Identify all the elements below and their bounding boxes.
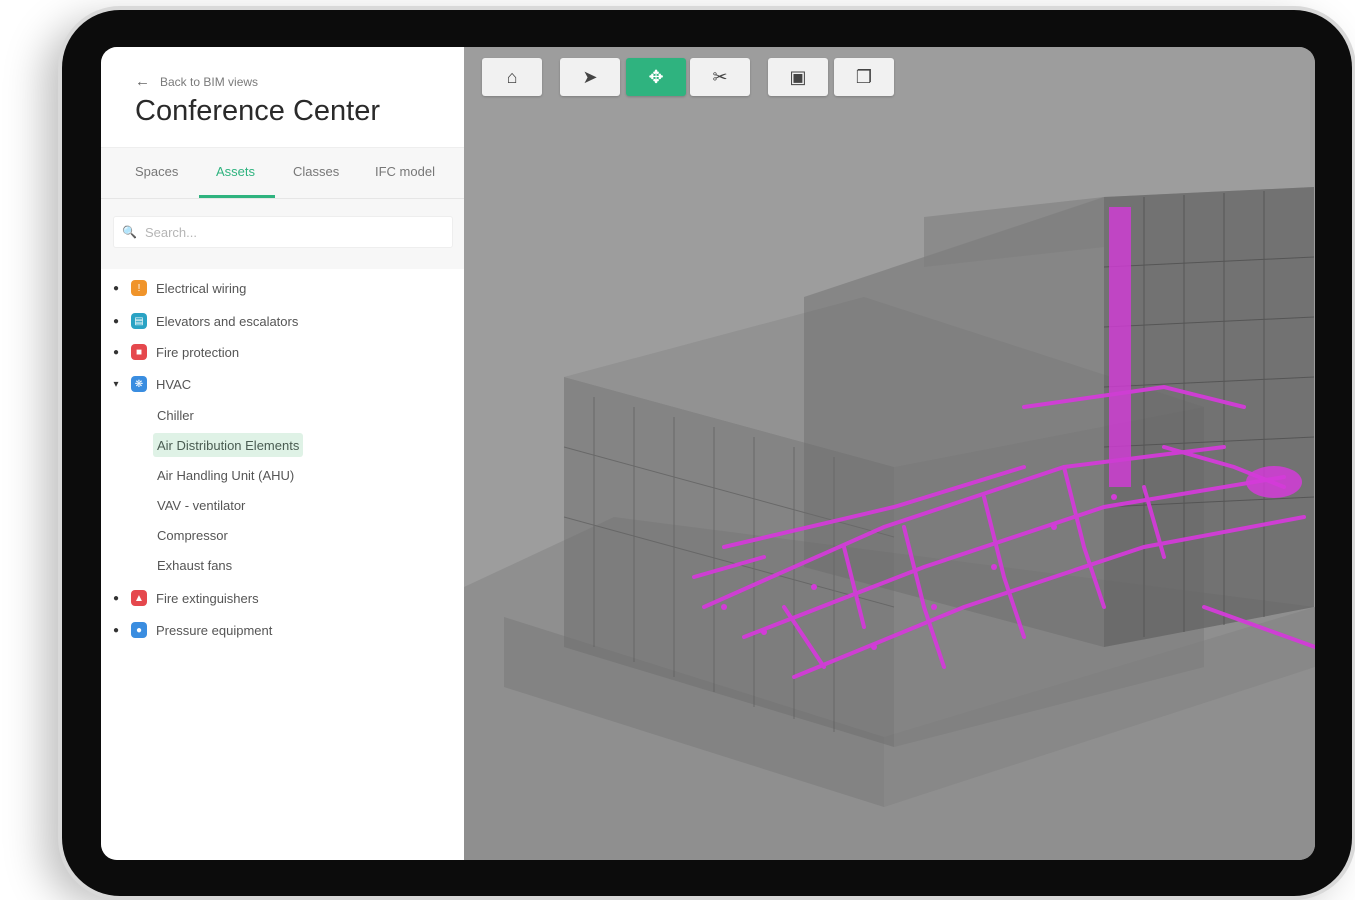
pan-button[interactable]: ✥	[626, 58, 686, 96]
section-icon: ✂	[712, 66, 728, 87]
pressure-icon: ●	[131, 622, 147, 638]
tree-item-label: Pressure equipment	[156, 622, 273, 638]
bullet-icon: ●	[112, 624, 120, 636]
tab-spaces[interactable]: Spaces	[135, 164, 178, 179]
layers-button[interactable]: ❐	[834, 58, 894, 96]
tree-item-elevators[interactable]: ● ▤ Elevators and escalators	[109, 308, 298, 334]
tree-child-ahu[interactable]: Air Handling Unit (AHU)	[153, 463, 298, 487]
search-box: 🔍	[113, 216, 453, 248]
tab-classes[interactable]: Classes	[293, 164, 339, 179]
tree-item-label: Fire extinguishers	[156, 590, 259, 606]
search-input[interactable]	[144, 224, 445, 240]
tree-item-label: Electrical wiring	[156, 280, 247, 296]
tree-item-pressure-equipment[interactable]: ● ● Pressure equipment	[109, 617, 272, 643]
tab-assets[interactable]: Assets	[216, 164, 255, 179]
bullet-icon: ●	[112, 592, 120, 604]
section-button[interactable]: ✂	[690, 58, 750, 96]
search-icon: 🔍	[122, 225, 137, 239]
hvac-icon: ❋	[131, 376, 147, 392]
tree-child-exhaust-fans[interactable]: Exhaust fans	[153, 553, 236, 577]
select-icon: ➤	[582, 66, 598, 87]
layers-icon: ❐	[855, 66, 873, 87]
tree-item-fire-extinguishers[interactable]: ● ▲ Fire extinguishers	[109, 585, 259, 611]
app-screen: ← Back to BIM views Conference Center Sp…	[101, 47, 1315, 860]
page-title: Conference Center	[135, 95, 381, 127]
building-model-render	[464, 47, 1315, 860]
active-tab-indicator	[199, 195, 275, 198]
extinguisher-icon: ▲	[131, 590, 147, 606]
home-icon: ⌂	[506, 66, 518, 87]
tree-item-hvac[interactable]: ▾ ❋ HVAC	[109, 371, 191, 397]
home-button[interactable]: ⌂	[482, 58, 542, 96]
caret-down-icon: ▾	[113, 378, 119, 390]
back-to-bim-views-link[interactable]: ← Back to BIM views	[135, 73, 258, 90]
fire-protection-icon: ■	[131, 344, 147, 360]
elevator-icon: ▤	[131, 313, 147, 329]
tab-ifc-model[interactable]: IFC model	[375, 164, 435, 179]
search-area: 🔍	[101, 199, 464, 269]
pan-icon: ✥	[648, 66, 664, 87]
tree-item-label: HVAC	[156, 376, 192, 392]
tree-item-label: Fire protection	[156, 344, 240, 360]
bullet-icon: ●	[112, 282, 120, 294]
back-link-label: Back to BIM views	[160, 74, 259, 89]
fit-view-icon: ▣	[789, 66, 807, 87]
tab-bar: Spaces Assets Classes IFC model	[101, 147, 464, 199]
bullet-icon: ●	[112, 346, 120, 358]
tree-child-chiller[interactable]: Chiller	[153, 403, 198, 427]
bullet-icon: ●	[112, 315, 120, 327]
arrow-left-icon: ←	[135, 73, 150, 90]
warning-icon: !	[131, 280, 147, 296]
select-button[interactable]: ➤	[560, 58, 620, 96]
tree-item-label: Elevators and escalators	[156, 313, 299, 329]
sidebar: ← Back to BIM views Conference Center Sp…	[101, 47, 464, 860]
tree-child-vav[interactable]: VAV - ventilator	[153, 493, 249, 517]
tree-child-air-distribution[interactable]: Air Distribution Elements	[153, 433, 304, 457]
fit-view-button[interactable]: ▣	[768, 58, 828, 96]
tree-child-compressor[interactable]: Compressor	[153, 523, 232, 547]
bim-3d-viewer[interactable]: ⌂ ➤ ✥ ✂ ▣ ❐	[464, 47, 1315, 860]
tree-item-fire-protection[interactable]: ● ■ Fire protection	[109, 339, 239, 365]
tree-item-electrical-wiring[interactable]: ● ! Electrical wiring	[109, 275, 246, 301]
